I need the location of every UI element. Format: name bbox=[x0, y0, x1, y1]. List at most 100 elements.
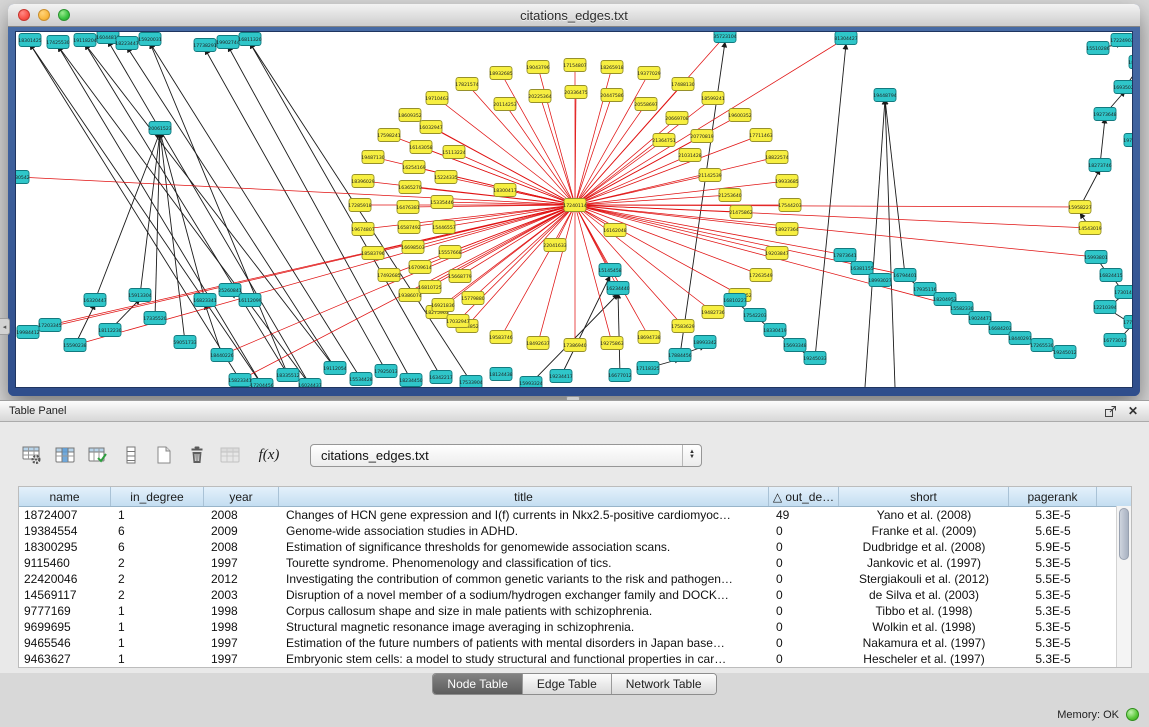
network-node[interactable]: 17884456 bbox=[668, 349, 691, 362]
network-node[interactable]: 18667415 bbox=[1128, 56, 1132, 69]
network-node[interactable]: 18223447 bbox=[115, 37, 138, 50]
network-node[interactable]: 18112230 bbox=[98, 324, 121, 337]
network-node[interactable]: 17873641 bbox=[833, 249, 856, 262]
network-node[interactable]: 17301442 bbox=[1114, 286, 1132, 299]
network-node[interactable]: 15145458 bbox=[598, 264, 621, 277]
network-node[interactable]: 19112054 bbox=[323, 362, 346, 375]
window-titlebar[interactable]: citations_edges.txt bbox=[8, 4, 1140, 27]
network-node[interactable]: 19245033 bbox=[803, 352, 826, 365]
network-node[interactable]: 19448794 bbox=[873, 89, 896, 102]
network-node[interactable]: 16810725 bbox=[418, 281, 441, 294]
network-node[interactable]: 20225364 bbox=[528, 90, 551, 103]
network-node[interactable]: 16254169 bbox=[402, 161, 425, 174]
network-node[interactable]: 17224903 bbox=[1110, 34, 1132, 47]
network-node[interactable]: 15668779 bbox=[448, 270, 471, 283]
network-node[interactable]: 17285918 bbox=[348, 199, 371, 212]
network-node[interactable]: 15590238 bbox=[63, 339, 86, 352]
network-node[interactable]: 16684203 bbox=[988, 322, 1011, 335]
network-node[interactable]: 21142539 bbox=[698, 169, 721, 182]
delete-table-button[interactable] bbox=[183, 441, 211, 469]
network-node[interactable]: 18993027 bbox=[868, 274, 891, 287]
network-node[interactable]: 16162048 bbox=[603, 224, 626, 237]
network-node[interactable]: 59051733 bbox=[173, 336, 196, 349]
network-node[interactable]: 19734903 bbox=[1123, 134, 1132, 147]
network-node[interactable]: 18822574 bbox=[765, 151, 788, 164]
network-node[interactable]: 18265918 bbox=[600, 61, 623, 74]
network-canvas[interactable]: 1754420318927364192038471726354918374652… bbox=[16, 32, 1132, 387]
network-node[interactable]: 17544203 bbox=[778, 199, 801, 212]
zoom-window-button[interactable] bbox=[58, 9, 70, 21]
network-node[interactable]: 16112099 bbox=[238, 294, 261, 307]
close-window-button[interactable] bbox=[18, 9, 30, 21]
network-node[interactable]: 17821574 bbox=[455, 78, 478, 91]
table-row[interactable]: 946554611997Estimation of the future num… bbox=[19, 635, 1131, 651]
vertical-scrollbar[interactable] bbox=[1116, 506, 1131, 667]
network-node[interactable]: 16032947 bbox=[419, 121, 442, 134]
network-node[interactable]: 19482736 bbox=[701, 306, 724, 319]
network-node[interactable]: 17265530 bbox=[1030, 339, 1053, 352]
column-header-pagerank[interactable]: pagerank bbox=[1009, 487, 1097, 506]
network-node[interactable]: 16342217 bbox=[429, 371, 452, 384]
network-node[interactable]: 16476381 bbox=[396, 201, 419, 214]
network-node[interactable]: 16773012 bbox=[1103, 334, 1126, 347]
network-node[interactable]: 17710554 bbox=[1123, 316, 1132, 329]
network-node[interactable]: 19984412 bbox=[16, 326, 39, 339]
network-node[interactable]: 19203847 bbox=[765, 247, 788, 260]
network-node[interactable]: 18440297 bbox=[1008, 332, 1031, 345]
network-node[interactable]: 21031428 bbox=[678, 149, 701, 162]
network-node[interactable]: 20770819 bbox=[690, 130, 713, 143]
table-row[interactable]: 1938455462009Genome-wide association stu… bbox=[19, 523, 1131, 539]
network-node[interactable]: 18330419 bbox=[763, 324, 786, 337]
table-row[interactable]: 1872400712008Changes of HCN gene express… bbox=[19, 507, 1131, 523]
network-node[interactable]: 15224335 bbox=[434, 171, 457, 184]
network-node[interactable]: 17583629 bbox=[671, 320, 694, 333]
network-node[interactable]: 17925013 bbox=[374, 365, 397, 378]
network-node[interactable]: 15823341 bbox=[228, 374, 251, 387]
network-node[interactable]: 81304427 bbox=[834, 32, 857, 45]
network-node[interactable]: 12210394 bbox=[1093, 301, 1116, 314]
network-node[interactable]: 18932685 bbox=[489, 67, 512, 80]
network-node[interactable]: 15920031 bbox=[138, 33, 161, 46]
scrollbar-thumb[interactable] bbox=[1119, 508, 1129, 560]
network-node[interactable]: 17386940 bbox=[563, 339, 586, 352]
network-node[interactable]: 17935116 bbox=[913, 283, 936, 296]
show-columns-button[interactable] bbox=[51, 441, 79, 469]
network-node[interactable]: 18694738 bbox=[637, 331, 660, 344]
network-node[interactable]: 18609352 bbox=[398, 109, 421, 122]
import-table-button[interactable] bbox=[84, 441, 112, 469]
table-options-button[interactable] bbox=[18, 441, 46, 469]
network-node[interactable]: 18993342 bbox=[693, 336, 716, 349]
column-header-out_de[interactable]: △ out_de… bbox=[769, 487, 839, 506]
network-node[interactable]: 19583746 bbox=[489, 331, 512, 344]
network-node[interactable]: 19487130 bbox=[361, 151, 384, 164]
network-node[interactable]: 18599241 bbox=[701, 92, 724, 105]
row-height-button[interactable] bbox=[117, 441, 145, 469]
network-node[interactable]: 16823341 bbox=[193, 294, 216, 307]
network-node[interactable]: 20061523 bbox=[148, 122, 171, 135]
network-node[interactable]: 18335512 bbox=[276, 369, 299, 382]
column-header-year[interactable]: year bbox=[204, 487, 279, 506]
network-node[interactable]: 19674807 bbox=[351, 223, 374, 236]
network-node[interactable]: 17263549 bbox=[749, 269, 772, 282]
network-node[interactable]: 16794401 bbox=[893, 269, 916, 282]
network-node[interactable]: 19275863 bbox=[600, 337, 623, 350]
network-node[interactable]: 19118204 bbox=[73, 34, 96, 47]
network-node[interactable]: 35723104 bbox=[713, 32, 736, 43]
network-node[interactable]: 21475862 bbox=[729, 206, 752, 219]
network-node[interactable]: 17533904 bbox=[459, 376, 482, 388]
table-row[interactable]: 1830029562008Estimation of significance … bbox=[19, 539, 1131, 555]
network-node[interactable]: 19933685 bbox=[775, 175, 798, 188]
network-node[interactable]: 17492685 bbox=[377, 269, 400, 282]
west-panel-collapse-handle[interactable]: ◂ bbox=[0, 318, 10, 335]
network-node[interactable]: 15113224 bbox=[442, 146, 465, 159]
new-table-button[interactable] bbox=[150, 441, 178, 469]
column-header-in_degree[interactable]: in_degree bbox=[111, 487, 204, 506]
table-selector-dropdown[interactable]: citations_edges.txt ▲▼ bbox=[310, 444, 702, 467]
network-node[interactable]: 15510286 bbox=[1086, 42, 1109, 55]
network-node[interactable]: 25260841 bbox=[218, 284, 241, 297]
network-node[interactable]: 18440226 bbox=[210, 349, 233, 362]
network-node[interactable]: 16921836 bbox=[431, 299, 454, 312]
network-node[interactable]: 15913304 bbox=[128, 289, 151, 302]
network-node[interactable]: 17598241 bbox=[377, 129, 400, 142]
network-node[interactable]: 16810227 bbox=[723, 294, 746, 307]
